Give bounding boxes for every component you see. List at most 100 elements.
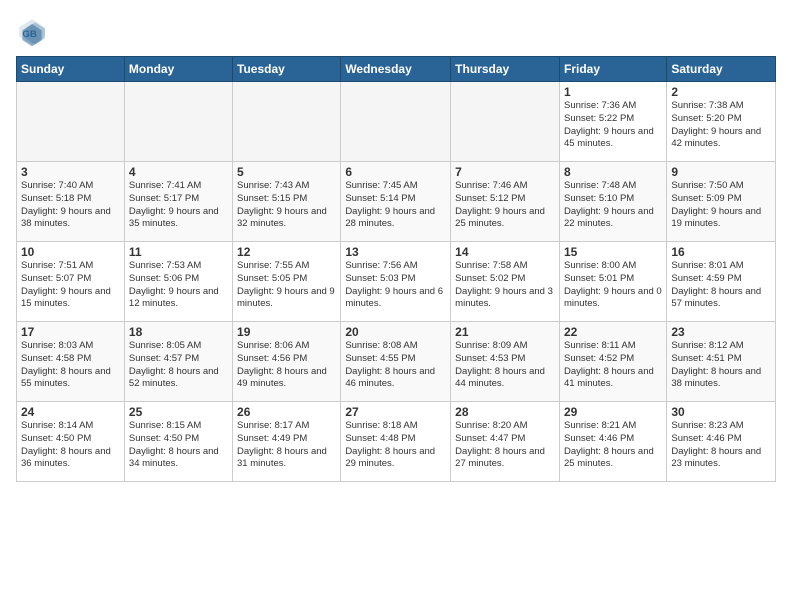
day-info: Sunrise: 8:14 AMSunset: 4:50 PMDaylight:… [21, 420, 120, 471]
calendar-cell: 3Sunrise: 7:40 AMSunset: 5:18 PMDaylight… [17, 162, 125, 242]
day-info: Sunrise: 7:41 AMSunset: 5:17 PMDaylight:… [129, 180, 228, 231]
calendar-header-saturday: Saturday [667, 57, 776, 82]
calendar-header-friday: Friday [559, 57, 666, 82]
day-info: Sunrise: 8:06 AMSunset: 4:56 PMDaylight:… [237, 340, 336, 391]
day-number: 21 [455, 325, 555, 339]
day-info: Sunrise: 8:00 AMSunset: 5:01 PMDaylight:… [564, 260, 662, 311]
calendar-cell: 23Sunrise: 8:12 AMSunset: 4:51 PMDayligh… [667, 322, 776, 402]
calendar-cell: 4Sunrise: 7:41 AMSunset: 5:17 PMDaylight… [124, 162, 232, 242]
calendar-cell: 21Sunrise: 8:09 AMSunset: 4:53 PMDayligh… [451, 322, 560, 402]
svg-text:GB: GB [22, 29, 36, 40]
day-info: Sunrise: 8:15 AMSunset: 4:50 PMDaylight:… [129, 420, 228, 471]
day-info: Sunrise: 7:38 AMSunset: 5:20 PMDaylight:… [671, 100, 771, 151]
day-number: 4 [129, 165, 228, 179]
day-number: 18 [129, 325, 228, 339]
day-info: Sunrise: 7:43 AMSunset: 5:15 PMDaylight:… [237, 180, 336, 231]
calendar-cell: 11Sunrise: 7:53 AMSunset: 5:06 PMDayligh… [124, 242, 232, 322]
day-number: 15 [564, 245, 662, 259]
day-number: 16 [671, 245, 771, 259]
calendar-cell [124, 82, 232, 162]
day-number: 10 [21, 245, 120, 259]
calendar-cell [233, 82, 341, 162]
calendar-cell: 16Sunrise: 8:01 AMSunset: 4:59 PMDayligh… [667, 242, 776, 322]
calendar-cell [451, 82, 560, 162]
day-number: 28 [455, 405, 555, 419]
day-info: Sunrise: 8:09 AMSunset: 4:53 PMDaylight:… [455, 340, 555, 391]
day-info: Sunrise: 8:01 AMSunset: 4:59 PMDaylight:… [671, 260, 771, 311]
day-number: 5 [237, 165, 336, 179]
day-info: Sunrise: 7:55 AMSunset: 5:05 PMDaylight:… [237, 260, 336, 311]
day-info: Sunrise: 7:56 AMSunset: 5:03 PMDaylight:… [345, 260, 446, 311]
day-number: 27 [345, 405, 446, 419]
day-info: Sunrise: 7:48 AMSunset: 5:10 PMDaylight:… [564, 180, 662, 231]
calendar-cell: 1Sunrise: 7:36 AMSunset: 5:22 PMDaylight… [559, 82, 666, 162]
day-number: 20 [345, 325, 446, 339]
day-number: 22 [564, 325, 662, 339]
day-info: Sunrise: 7:46 AMSunset: 5:12 PMDaylight:… [455, 180, 555, 231]
calendar-table: SundayMondayTuesdayWednesdayThursdayFrid… [16, 56, 776, 482]
calendar-week-row: 24Sunrise: 8:14 AMSunset: 4:50 PMDayligh… [17, 402, 776, 482]
day-number: 25 [129, 405, 228, 419]
day-number: 7 [455, 165, 555, 179]
calendar-cell: 9Sunrise: 7:50 AMSunset: 5:09 PMDaylight… [667, 162, 776, 242]
day-number: 12 [237, 245, 336, 259]
day-info: Sunrise: 7:45 AMSunset: 5:14 PMDaylight:… [345, 180, 446, 231]
calendar-cell: 5Sunrise: 7:43 AMSunset: 5:15 PMDaylight… [233, 162, 341, 242]
calendar-cell: 30Sunrise: 8:23 AMSunset: 4:46 PMDayligh… [667, 402, 776, 482]
day-info: Sunrise: 7:58 AMSunset: 5:02 PMDaylight:… [455, 260, 555, 311]
calendar-week-row: 17Sunrise: 8:03 AMSunset: 4:58 PMDayligh… [17, 322, 776, 402]
day-info: Sunrise: 8:21 AMSunset: 4:46 PMDaylight:… [564, 420, 662, 471]
day-number: 23 [671, 325, 771, 339]
calendar-cell [341, 82, 451, 162]
calendar-cell: 19Sunrise: 8:06 AMSunset: 4:56 PMDayligh… [233, 322, 341, 402]
calendar-header-monday: Monday [124, 57, 232, 82]
day-number: 3 [21, 165, 120, 179]
calendar-cell: 26Sunrise: 8:17 AMSunset: 4:49 PMDayligh… [233, 402, 341, 482]
calendar-cell: 14Sunrise: 7:58 AMSunset: 5:02 PMDayligh… [451, 242, 560, 322]
day-info: Sunrise: 8:12 AMSunset: 4:51 PMDaylight:… [671, 340, 771, 391]
calendar-cell [17, 82, 125, 162]
calendar-cell: 6Sunrise: 7:45 AMSunset: 5:14 PMDaylight… [341, 162, 451, 242]
day-number: 30 [671, 405, 771, 419]
day-info: Sunrise: 8:20 AMSunset: 4:47 PMDaylight:… [455, 420, 555, 471]
day-info: Sunrise: 7:53 AMSunset: 5:06 PMDaylight:… [129, 260, 228, 311]
day-info: Sunrise: 8:08 AMSunset: 4:55 PMDaylight:… [345, 340, 446, 391]
day-info: Sunrise: 8:17 AMSunset: 4:49 PMDaylight:… [237, 420, 336, 471]
day-number: 26 [237, 405, 336, 419]
day-info: Sunrise: 8:11 AMSunset: 4:52 PMDaylight:… [564, 340, 662, 391]
day-number: 19 [237, 325, 336, 339]
calendar-cell: 28Sunrise: 8:20 AMSunset: 4:47 PMDayligh… [451, 402, 560, 482]
calendar-cell: 27Sunrise: 8:18 AMSunset: 4:48 PMDayligh… [341, 402, 451, 482]
day-info: Sunrise: 7:40 AMSunset: 5:18 PMDaylight:… [21, 180, 120, 231]
calendar-header-sunday: Sunday [17, 57, 125, 82]
day-number: 29 [564, 405, 662, 419]
calendar-week-row: 1Sunrise: 7:36 AMSunset: 5:22 PMDaylight… [17, 82, 776, 162]
day-info: Sunrise: 7:50 AMSunset: 5:09 PMDaylight:… [671, 180, 771, 231]
calendar-header-row: SundayMondayTuesdayWednesdayThursdayFrid… [17, 57, 776, 82]
day-number: 24 [21, 405, 120, 419]
day-number: 8 [564, 165, 662, 179]
calendar-cell: 18Sunrise: 8:05 AMSunset: 4:57 PMDayligh… [124, 322, 232, 402]
day-number: 13 [345, 245, 446, 259]
calendar-cell: 24Sunrise: 8:14 AMSunset: 4:50 PMDayligh… [17, 402, 125, 482]
calendar-cell: 13Sunrise: 7:56 AMSunset: 5:03 PMDayligh… [341, 242, 451, 322]
calendar-cell: 25Sunrise: 8:15 AMSunset: 4:50 PMDayligh… [124, 402, 232, 482]
calendar-header-thursday: Thursday [451, 57, 560, 82]
calendar-cell: 10Sunrise: 7:51 AMSunset: 5:07 PMDayligh… [17, 242, 125, 322]
day-info: Sunrise: 8:23 AMSunset: 4:46 PMDaylight:… [671, 420, 771, 471]
calendar-cell: 7Sunrise: 7:46 AMSunset: 5:12 PMDaylight… [451, 162, 560, 242]
calendar-cell: 22Sunrise: 8:11 AMSunset: 4:52 PMDayligh… [559, 322, 666, 402]
day-info: Sunrise: 7:36 AMSunset: 5:22 PMDaylight:… [564, 100, 662, 151]
day-number: 9 [671, 165, 771, 179]
day-info: Sunrise: 8:03 AMSunset: 4:58 PMDaylight:… [21, 340, 120, 391]
day-number: 17 [21, 325, 120, 339]
calendar-header-wednesday: Wednesday [341, 57, 451, 82]
page-container: GB SundayMondayTuesdayWednesdayThursdayF… [0, 0, 792, 490]
calendar-cell: 8Sunrise: 7:48 AMSunset: 5:10 PMDaylight… [559, 162, 666, 242]
logo-icon: GB [16, 16, 48, 48]
day-number: 14 [455, 245, 555, 259]
day-info: Sunrise: 8:05 AMSunset: 4:57 PMDaylight:… [129, 340, 228, 391]
day-number: 1 [564, 85, 662, 99]
page-header: GB [16, 16, 776, 48]
calendar-week-row: 3Sunrise: 7:40 AMSunset: 5:18 PMDaylight… [17, 162, 776, 242]
